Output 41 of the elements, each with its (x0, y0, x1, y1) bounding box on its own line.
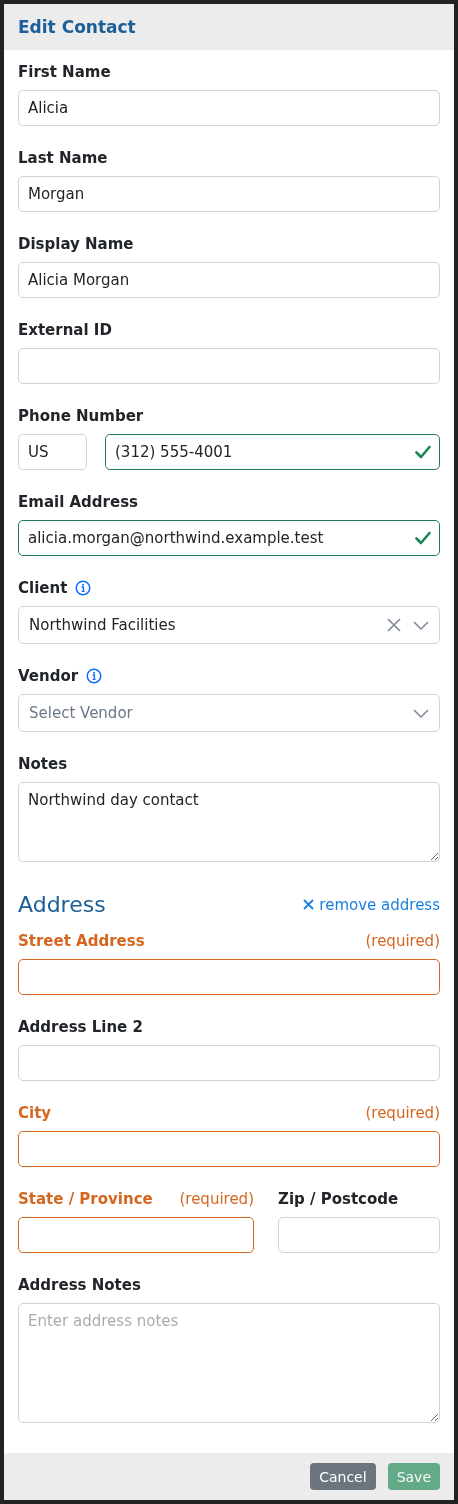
country-field[interactable]: US (18, 434, 87, 470)
text-field[interactable]: Alicia Morgan (18, 262, 440, 298)
field-label: Zip / Postcode (278, 1190, 399, 1208)
required-note: (required) (365, 1104, 440, 1122)
info-icon[interactable] (75, 580, 92, 596)
field-label: Phone Number (18, 407, 144, 425)
field-label: Vendor (18, 667, 79, 685)
field-label: Client (18, 579, 68, 597)
field-label: First Name (18, 63, 111, 81)
field-label: Address Notes (18, 1276, 141, 1294)
field-label: Notes (18, 755, 68, 773)
close-icon (303, 899, 315, 910)
select-field[interactable]: Select Vendor (18, 694, 440, 732)
clear-icon[interactable] (387, 618, 401, 632)
text-field[interactable]: alicia.morgan@northwind.example.test (18, 520, 440, 556)
chevron-down-icon[interactable] (413, 620, 429, 630)
dialog-title: Edit Contact (18, 17, 136, 37)
text-field[interactable] (18, 1131, 440, 1167)
field-label: External ID (18, 321, 112, 339)
info-icon[interactable] (86, 668, 103, 684)
text-field[interactable]: Morgan (18, 176, 440, 212)
field-label: Last Name (18, 149, 108, 167)
field-label: Display Name (18, 235, 134, 253)
field-label: Email Address (18, 493, 138, 511)
field-label: Street Address (18, 932, 145, 950)
section-heading: Address (18, 892, 106, 917)
select-field[interactable]: Northwind Facilities (18, 606, 440, 644)
text-area[interactable]: Northwind day contact (18, 782, 440, 862)
text-field[interactable] (18, 1217, 254, 1253)
phone-field[interactable]: (312) 555-4001 (105, 434, 440, 470)
text-field[interactable] (18, 959, 440, 995)
required-note: (required) (179, 1190, 254, 1208)
field-label: Address Line 2 (18, 1018, 143, 1036)
text-field[interactable]: Alicia (18, 90, 440, 126)
remove-address-link[interactable]: remove address (303, 895, 440, 914)
required-note: (required) (365, 932, 440, 950)
field-label: State / Province (18, 1190, 153, 1208)
cancel-button[interactable]: Cancel (310, 1463, 376, 1490)
text-area[interactable]: Enter address notes (18, 1303, 440, 1423)
field-label: City (18, 1104, 52, 1122)
chevron-down-icon[interactable] (413, 708, 429, 718)
